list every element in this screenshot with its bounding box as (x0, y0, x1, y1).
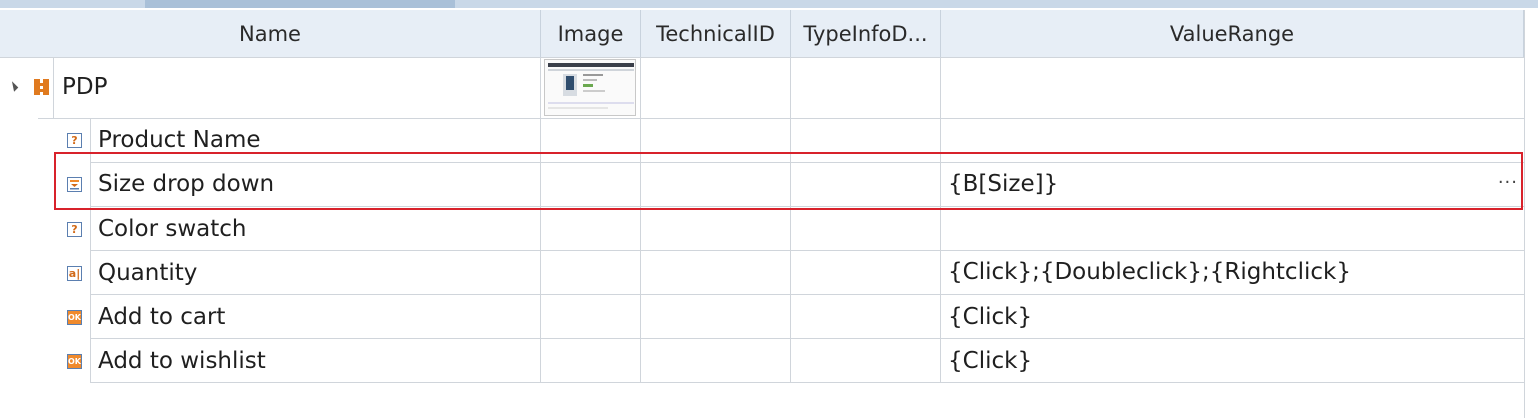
column-header-technicalid[interactable]: TechnicalID (641, 10, 791, 57)
column-header-image[interactable]: Image (541, 10, 641, 57)
dropdown-icon (67, 177, 82, 192)
grid-line (90, 206, 1524, 207)
grid-line (90, 250, 1524, 251)
selection-highlight (54, 152, 1523, 210)
grid-line (940, 57, 941, 382)
tree-node-product-name[interactable]: Product Name (98, 127, 261, 153)
question-icon: ? (67, 133, 82, 148)
value-range-size-drop-down[interactable]: {B[Size]} (948, 171, 1058, 197)
grid-line (90, 162, 1524, 163)
question-icon: ? (67, 222, 82, 237)
tree-node-quantity[interactable]: Quantity (98, 260, 197, 286)
more-options-button[interactable]: ··· (1498, 172, 1518, 193)
grid-line (790, 57, 791, 382)
value-range-quantity[interactable]: {Click};{Doubleclick};{Rightclick} (948, 259, 1351, 285)
vertical-scrollbar[interactable] (1524, 10, 1538, 418)
grid-line (90, 294, 1524, 295)
grid-line (540, 57, 541, 382)
grid-line (90, 382, 1524, 383)
column-header-typeinfo[interactable]: TypeInfoD... (791, 10, 941, 57)
top-scrollbar-strip (0, 0, 1538, 8)
expand-triangle-icon[interactable] (7, 81, 19, 92)
column-header-name[interactable]: Name (0, 10, 541, 57)
value-range-add-to-wishlist[interactable]: {Click} (948, 348, 1032, 374)
grid-line (640, 57, 641, 382)
tree-node-add-to-cart[interactable]: Add to cart (98, 304, 225, 330)
textbox-icon: a| (67, 266, 82, 281)
ok-button-icon: OK (67, 310, 82, 325)
grid-line (90, 118, 91, 382)
grid-line (90, 338, 1524, 339)
grid-line (53, 57, 54, 118)
tree-node-color-swatch[interactable]: Color swatch (98, 216, 247, 242)
tree-node-size-drop-down[interactable]: Size drop down (98, 171, 274, 197)
grid-line (38, 118, 1524, 119)
puzzle-icon (34, 79, 49, 95)
column-header-valuerange[interactable]: ValueRange (941, 10, 1524, 57)
grid-line (0, 57, 1524, 58)
tree-node-pdp[interactable]: PDP (62, 74, 107, 100)
top-scrollbar-thumb[interactable] (145, 0, 455, 8)
ok-button-icon: OK (67, 354, 82, 369)
pdp-screenshot-thumbnail[interactable] (544, 59, 636, 116)
tree-node-add-to-wishlist[interactable]: Add to wishlist (98, 348, 266, 374)
value-range-add-to-cart[interactable]: {Click} (948, 304, 1032, 330)
